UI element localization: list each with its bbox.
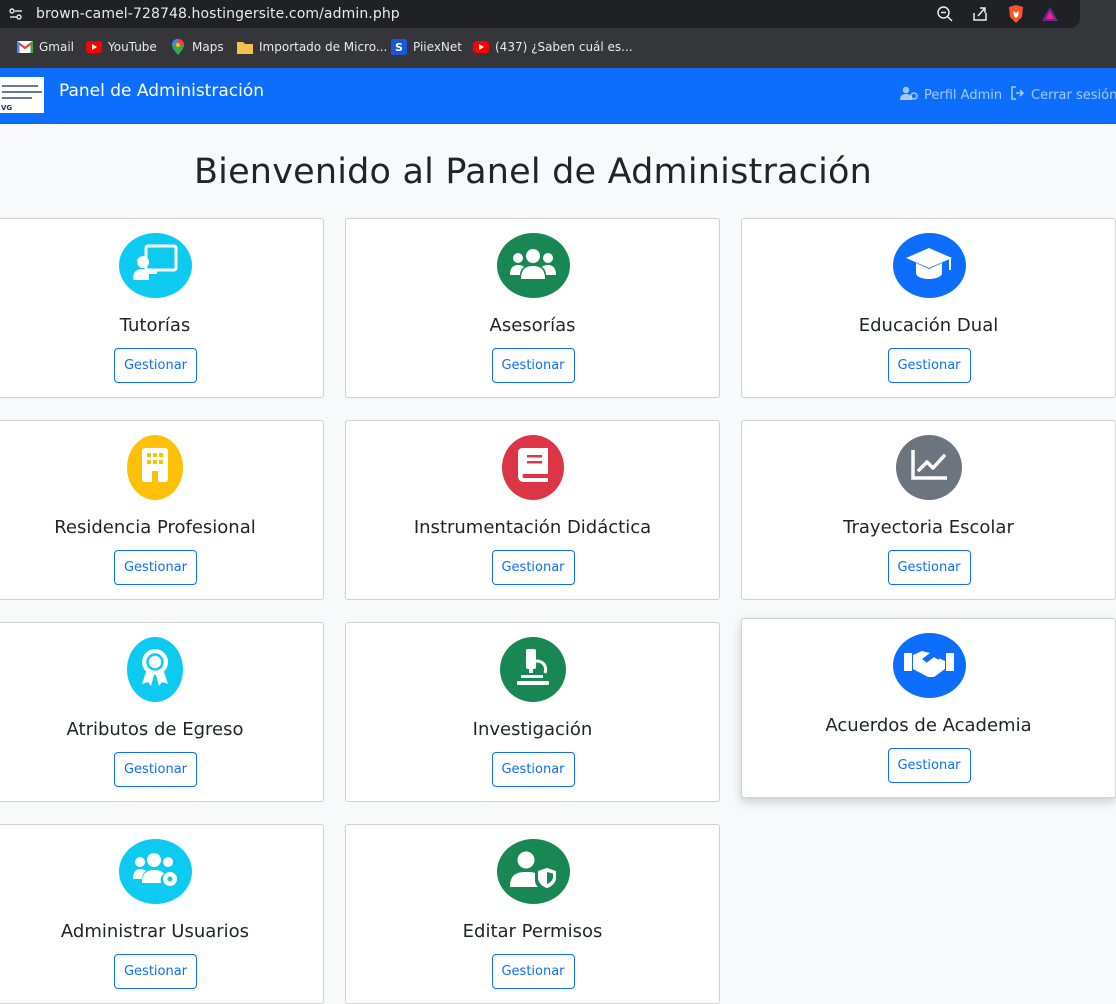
top-navbar: VG Panel de Administración Perfil Admin …	[0, 68, 1116, 124]
bookmark-youtube[interactable]: YouTube	[86, 39, 157, 55]
site-logo[interactable]: VG	[0, 77, 44, 113]
chalkboard-teacher-icon	[132, 244, 179, 287]
card-asesorias: Asesorías Gestionar	[345, 218, 720, 398]
youtube-icon	[473, 39, 489, 55]
bookmark-piiexnet[interactable]: S PiiexNet	[391, 39, 462, 55]
card-trayectoria-escolar: Trayectoria Escolar Gestionar	[741, 420, 1116, 600]
sign-out-icon	[1011, 86, 1025, 104]
user-shield-icon	[510, 850, 556, 893]
zoom-icon[interactable]	[935, 4, 955, 24]
card-title: Instrumentación Didáctica	[413, 517, 652, 538]
gestionar-button[interactable]: Gestionar	[491, 954, 575, 989]
card-icon-circle	[127, 435, 183, 500]
profile-link[interactable]: Perfil Admin	[900, 86, 1002, 104]
gestionar-button[interactable]: Gestionar	[114, 954, 197, 989]
card-tutorias: Tutorías Gestionar	[0, 218, 324, 398]
card-icon-circle	[892, 233, 966, 298]
card-title: Administrar Usuarios	[60, 921, 250, 942]
browser-chrome: brown-camel-728748.hostingersite.com/adm…	[0, 0, 1116, 68]
gestionar-button[interactable]: Gestionar	[491, 752, 575, 787]
microscope-icon	[516, 649, 549, 690]
card-instrumentacion-didactica: Instrumentación Didáctica Gestionar	[345, 420, 720, 600]
gestionar-button[interactable]: Gestionar	[491, 550, 575, 585]
gestionar-button[interactable]: Gestionar	[887, 748, 971, 783]
card-title: Atributos de Egreso	[66, 719, 244, 740]
graduation-cap-icon	[905, 246, 953, 285]
building-icon	[142, 448, 168, 487]
card-investigacion: Investigación Gestionar	[345, 622, 720, 802]
card-acuerdos-de-academia: Acuerdos de Academia Gestionar	[741, 618, 1116, 798]
chart-line-icon	[910, 450, 947, 485]
navbar-brand[interactable]: Panel de Administración	[59, 81, 264, 101]
gestionar-button[interactable]: Gestionar	[114, 550, 197, 585]
gestionar-button[interactable]: Gestionar	[491, 348, 575, 383]
gestionar-button[interactable]: Gestionar	[887, 550, 971, 585]
logout-link[interactable]: Cerrar sesión	[1011, 86, 1116, 104]
bookmark-maps[interactable]: Maps	[170, 39, 224, 55]
folder-icon	[237, 39, 253, 55]
users-icon	[510, 247, 556, 284]
card-title: Editar Permisos	[462, 921, 603, 942]
card-educacion-dual: Educación Dual Gestionar	[741, 218, 1116, 398]
card-title: Trayectoria Escolar	[843, 517, 1014, 538]
card-icon-circle	[119, 233, 192, 298]
book-icon	[517, 448, 548, 487]
card-icon-circle	[499, 637, 566, 702]
award-icon	[140, 648, 170, 691]
card-icon-circle	[496, 233, 570, 298]
card-title: Asesorías	[489, 315, 576, 336]
card-icon-circle	[892, 633, 966, 698]
card-atributos-de-egreso: Atributos de Egreso Gestionar	[0, 622, 324, 802]
page-title: Bienvenido al Panel de Administración	[193, 152, 873, 192]
handshake-icon	[904, 647, 954, 684]
bookmark-folder[interactable]: Importado de Micro...	[237, 39, 387, 55]
gestionar-button[interactable]: Gestionar	[887, 348, 971, 383]
bookmark-gmail[interactable]: Gmail	[17, 39, 74, 55]
maps-icon	[170, 39, 186, 55]
share-icon[interactable]	[970, 4, 990, 24]
svg-text:S: S	[395, 41, 403, 54]
gestionar-button[interactable]: Gestionar	[114, 348, 197, 383]
card-icon-circle	[119, 839, 192, 904]
card-editar-permisos: Editar Permisos Gestionar	[345, 824, 720, 1004]
brave-rewards-icon[interactable]	[1040, 4, 1060, 24]
card-title: Educación Dual	[858, 315, 999, 336]
youtube-icon	[86, 39, 102, 55]
card-icon-circle	[127, 637, 183, 702]
bookmark-youtube-video[interactable]: (437) ¿Saben cuál es...	[473, 39, 633, 55]
card-administrar-usuarios: Administrar Usuarios Gestionar	[0, 824, 324, 1004]
card-title: Tutorías	[119, 315, 191, 336]
user-cog-icon	[900, 86, 918, 104]
gestionar-button[interactable]: Gestionar	[114, 752, 197, 787]
card-residencia-profesional: Residencia Profesional Gestionar	[0, 420, 324, 600]
card-icon-circle	[501, 435, 564, 500]
piiexnet-icon: S	[391, 39, 407, 55]
gmail-icon	[17, 39, 33, 55]
card-title: Residencia Profesional	[54, 517, 256, 538]
brave-shield-icon[interactable]	[1006, 4, 1026, 24]
card-icon-circle	[496, 839, 570, 904]
url-text[interactable]: brown-camel-728748.hostingersite.com/adm…	[36, 6, 400, 22]
bookmarks-bar: Gmail YouTube Maps Importado de Micro...…	[0, 36, 1116, 60]
card-title: Acuerdos de Academia	[825, 715, 1032, 736]
card-icon-circle	[895, 435, 962, 500]
card-title: Investigación	[472, 719, 593, 740]
site-settings-icon[interactable]	[8, 6, 24, 27]
users-cog-icon	[132, 851, 179, 892]
address-bar[interactable]: brown-camel-728748.hostingersite.com/adm…	[0, 0, 1080, 28]
